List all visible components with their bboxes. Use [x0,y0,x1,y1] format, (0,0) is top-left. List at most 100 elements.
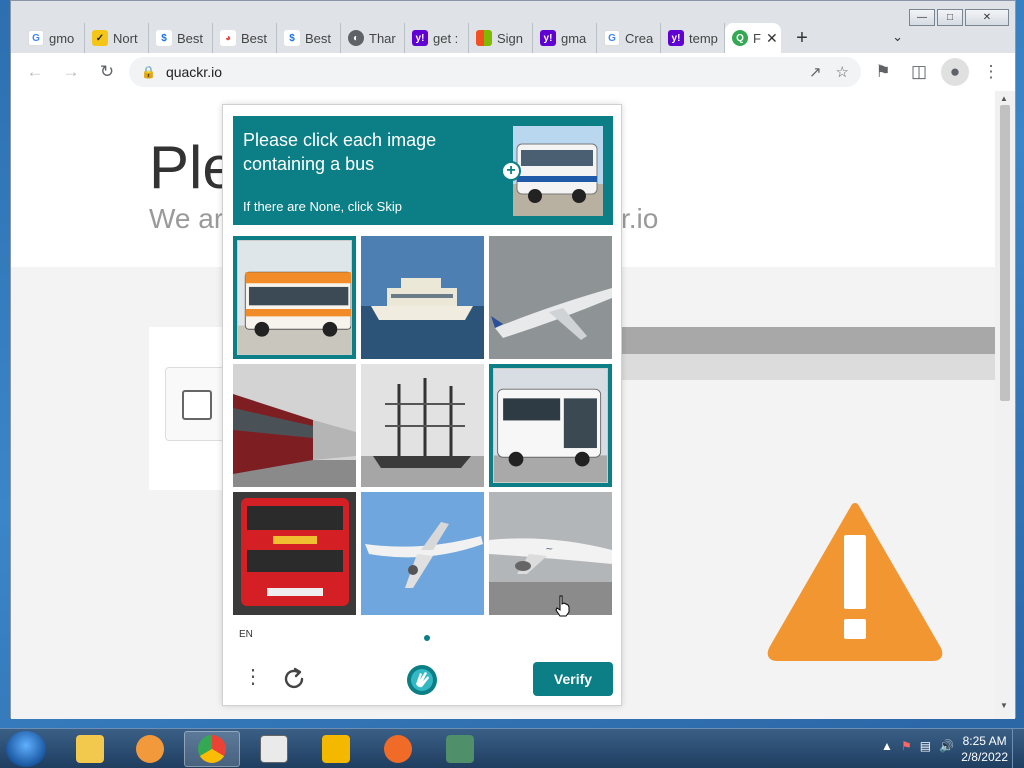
challenge-pager [223,635,621,641]
tab-label: Nort [113,30,138,46]
taskbar-clock[interactable]: 8:25 AM 2/8/2022 [961,733,1008,765]
tab-label: Best [305,30,332,46]
pager-dot [424,635,430,641]
system-monitor-task[interactable] [432,731,488,767]
tab-6[interactable]: ◐ Thar [341,23,405,53]
ferry-boat-image [361,236,484,359]
tab-1[interactable]: Ggmo [21,23,85,53]
network-icon[interactable]: ▤ [920,739,931,753]
scrollbar-thumb[interactable] [1000,105,1010,401]
tab-10[interactable]: G Crea [597,23,661,53]
tab-11[interactable]: y! temp [661,23,725,53]
captcha-hint: If there are None, click Skip [243,199,402,214]
white-bus-image [493,368,608,483]
tab-label: F [753,30,761,46]
tab-label: Best [177,30,204,46]
tab-strip: Ggmo ✓ Nort $ Best ◕ Best $ Best ◐ Thar y! get… [11,21,1015,53]
xr-icon [384,735,412,763]
tab-5[interactable]: $ Best [277,23,341,53]
red-double-decker-bus-image [233,492,356,615]
smiley-app-task[interactable] [308,731,364,767]
clock-date: 2/8/2022 [961,750,1008,764]
google-icon: G [604,30,620,46]
tab-active[interactable]: Q F ✕ [725,23,781,53]
orange-bus-image [237,240,352,355]
captcha-prompt-text: Please click each image containing a bus [243,130,437,174]
refresh-challenge-icon[interactable] [281,666,307,692]
lock-icon: 🔒 [141,65,156,79]
tray-expand-icon[interactable]: ▲ [881,739,893,753]
media-player-task[interactable] [122,731,178,767]
folder-icon [76,735,104,763]
extensions-icon[interactable]: ⚑ [869,58,897,86]
xr-app-task[interactable] [370,731,426,767]
svg-text:~: ~ [545,544,553,555]
forward-button[interactable]: → [57,58,85,86]
captcha-footer: ⋮ Verify [223,658,621,698]
plus-icon[interactable]: + [501,161,521,181]
url-text: quackr.io [165,64,222,80]
windows-explorer-task[interactable] [62,731,118,767]
chrome-task[interactable] [184,731,240,767]
microsoft-icon [476,30,492,46]
tab-label: Crea [625,30,654,46]
system-tray: ▲ ⚑ ▤ 🔊 [881,739,954,753]
notepad-task[interactable] [246,731,302,767]
decorative-stripe-lower [611,354,995,380]
tab-label: Sign [497,30,524,46]
captcha-prompt: Please click each image containing a bus… [233,116,613,225]
kebab-menu-icon[interactable]: ⋮ [977,58,1005,86]
captcha-cell-1[interactable] [233,236,356,359]
tab-8[interactable]: Sign [469,23,533,53]
captcha-checkbox[interactable] [182,390,212,420]
reload-button[interactable]: ↻ [93,58,121,86]
captcha-cell-7[interactable] [233,492,356,615]
verify-button[interactable]: Verify [533,662,613,696]
tab-search-chevron-icon[interactable]: ⌄ [892,29,903,45]
new-tab-button[interactable]: + [787,23,817,53]
airplane-image [489,236,612,359]
captcha-image-grid: ~ [233,236,613,616]
page-scrollbar[interactable]: ▲ ▼ [995,91,1015,719]
captcha-cell-5[interactable] [361,364,484,487]
back-button[interactable]: ← [21,58,49,86]
smiley-icon [322,735,350,763]
tab-4[interactable]: ◕ Best [213,23,277,53]
scroll-down-icon[interactable]: ▼ [1000,701,1008,710]
page-subtitle: We ar [149,203,224,234]
address-bar[interactable]: 🔒 quackr.io ↗ ☆ [129,57,861,87]
media-player-icon [136,735,164,763]
captcha-cell-6[interactable] [489,364,612,487]
airplane-image [361,492,484,615]
yahoo-icon: y! [540,30,556,46]
scroll-up-icon[interactable]: ▲ [1000,94,1008,103]
bookmark-star-icon[interactable]: ☆ [836,63,849,81]
tab-9[interactable]: y! gma [533,23,597,53]
tab-label: gmo [49,30,75,46]
start-button[interactable] [6,731,46,767]
tab-7[interactable]: y! get : [405,23,469,53]
volume-icon[interactable]: 🔊 [939,739,954,753]
hcaptcha-logo-icon[interactable] [406,664,438,696]
train-image [233,364,356,487]
decorative-stripe [611,327,995,354]
close-tab-icon[interactable]: ✕ [766,30,778,47]
sailing-ship-image [361,364,484,487]
captcha-cell-2[interactable] [361,236,484,359]
tab-label: get : [433,30,459,46]
tab-2[interactable]: ✓ Nort [85,23,149,53]
action-center-flag-icon[interactable]: ⚑ [901,739,912,753]
tab-label: temp [689,30,718,46]
browser-toolbar: ← → ↻ 🔒 quackr.io ↗ ☆ ⚑ ◫ ● ⋮ [11,53,1015,91]
more-options-icon[interactable]: ⋮ [243,667,263,687]
tab-3[interactable]: $ Best [149,23,213,53]
captcha-cell-4[interactable] [233,364,356,487]
side-panel-icon[interactable]: ◫ [905,58,933,86]
captcha-cell-9[interactable]: ~ [489,492,612,615]
rainbow-icon: ◕ [220,30,236,46]
share-icon[interactable]: ↗ [809,63,822,81]
captcha-cell-3[interactable] [489,236,612,359]
captcha-cell-8[interactable] [361,492,484,615]
profile-avatar-icon[interactable]: ● [941,58,969,86]
show-desktop-button[interactable] [1012,729,1024,768]
